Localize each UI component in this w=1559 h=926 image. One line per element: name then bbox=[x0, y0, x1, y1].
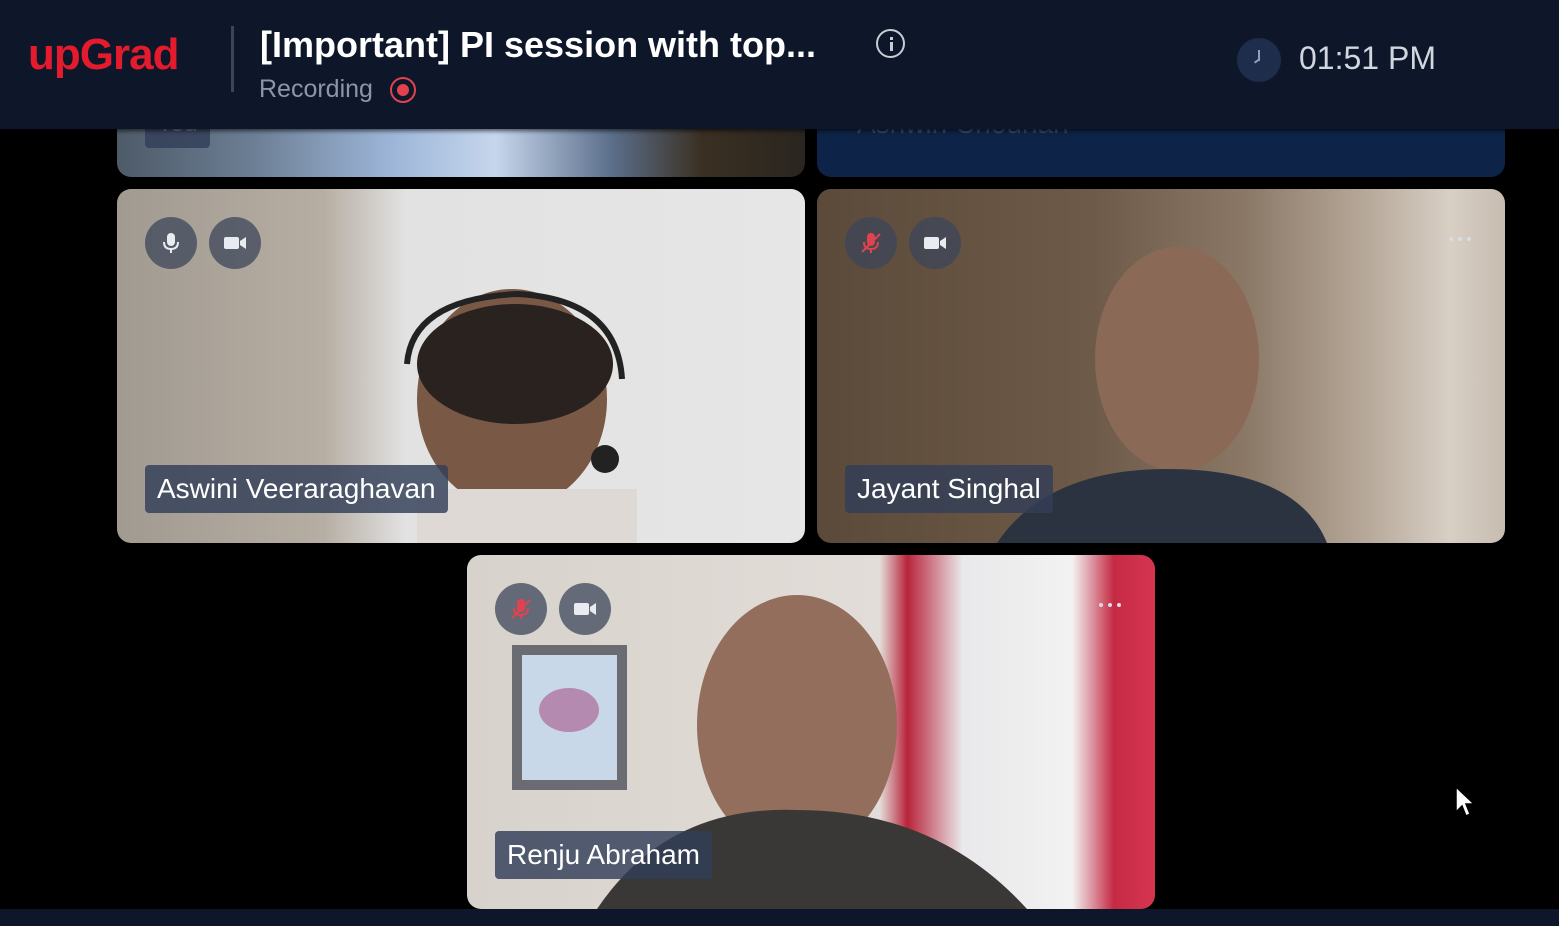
bottom-toolbar bbox=[0, 909, 1559, 926]
meeting-title: [Important] PI session with top... bbox=[260, 24, 817, 65]
meeting-header: upGrad [Important] PI session with top..… bbox=[0, 0, 1559, 129]
camera-status-button[interactable] bbox=[559, 583, 611, 635]
participant-tile-aswini[interactable]: Aswini Veeraraghavan bbox=[117, 189, 805, 543]
mic-status-button[interactable] bbox=[495, 583, 547, 635]
info-icon[interactable] bbox=[876, 29, 905, 58]
participant-name-tag: Renju Abraham bbox=[495, 831, 713, 879]
mouse-cursor-icon bbox=[1455, 786, 1476, 818]
participant-tile-renju[interactable]: Renju Abraham bbox=[467, 555, 1155, 909]
more-options-icon[interactable] bbox=[1099, 600, 1129, 610]
camera-status-button[interactable] bbox=[909, 217, 961, 269]
more-options-icon[interactable] bbox=[1449, 234, 1479, 244]
participant-tile-jayant[interactable]: Jayant Singhal bbox=[817, 189, 1505, 543]
clock-time: 01:51 PM bbox=[1299, 40, 1436, 76]
camera-icon bbox=[924, 237, 946, 249]
participant-name-tag: Jayant Singhal bbox=[845, 465, 1053, 513]
camera-icon bbox=[574, 603, 596, 615]
participant-name-tag: Aswini Veeraraghavan bbox=[145, 465, 448, 513]
camera-status-button[interactable] bbox=[209, 217, 261, 269]
header-divider bbox=[231, 26, 234, 92]
mic-status-button[interactable] bbox=[845, 217, 897, 269]
mic-status-button[interactable] bbox=[145, 217, 197, 269]
upgrad-logo: upGrad bbox=[28, 30, 179, 79]
microphone-icon bbox=[163, 233, 179, 253]
microphone-muted-icon bbox=[511, 599, 531, 619]
recording-icon bbox=[390, 77, 416, 103]
recording-label: Recording bbox=[259, 75, 373, 103]
microphone-muted-icon bbox=[861, 233, 881, 253]
camera-icon bbox=[224, 237, 246, 249]
clock-icon bbox=[1237, 38, 1281, 82]
